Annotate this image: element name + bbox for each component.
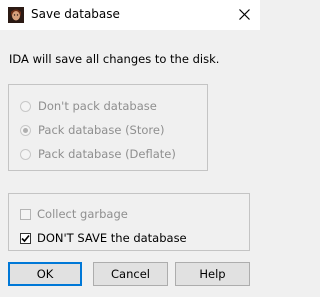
checkbox-collect-garbage[interactable]: Collect garbage bbox=[20, 207, 128, 221]
checkbox-box-checked bbox=[20, 232, 31, 244]
window-title: Save database bbox=[31, 7, 120, 21]
title-bar: Save database bbox=[0, 0, 260, 31]
checkbox-label: DON'T SAVE the database bbox=[37, 231, 187, 245]
radio-button-indicator bbox=[20, 148, 31, 160]
checkbox-box bbox=[20, 208, 31, 220]
ida-app-icon bbox=[8, 7, 24, 23]
radio-label: Pack database (Deflate) bbox=[38, 147, 176, 161]
radio-button-indicator-selected bbox=[20, 124, 31, 136]
radio-label: Don't pack database bbox=[38, 99, 157, 113]
info-message: IDA will save all changes to the disk. bbox=[9, 52, 220, 66]
checkbox-dont-save[interactable]: DON'T SAVE the database bbox=[20, 231, 187, 245]
radio-pack-store[interactable]: Pack database (Store) bbox=[20, 123, 164, 137]
help-button[interactable]: Help bbox=[175, 262, 250, 286]
close-button[interactable] bbox=[230, 0, 260, 30]
close-icon bbox=[239, 9, 250, 20]
radio-dont-pack[interactable]: Don't pack database bbox=[20, 99, 157, 113]
checkbox-label: Collect garbage bbox=[37, 207, 128, 221]
radio-pack-deflate[interactable]: Pack database (Deflate) bbox=[20, 147, 176, 161]
radio-button-indicator bbox=[20, 100, 31, 112]
cancel-button[interactable]: Cancel bbox=[93, 262, 168, 286]
checkmark-icon bbox=[21, 234, 30, 242]
radio-label: Pack database (Store) bbox=[38, 123, 165, 137]
ok-button[interactable]: OK bbox=[8, 262, 82, 286]
